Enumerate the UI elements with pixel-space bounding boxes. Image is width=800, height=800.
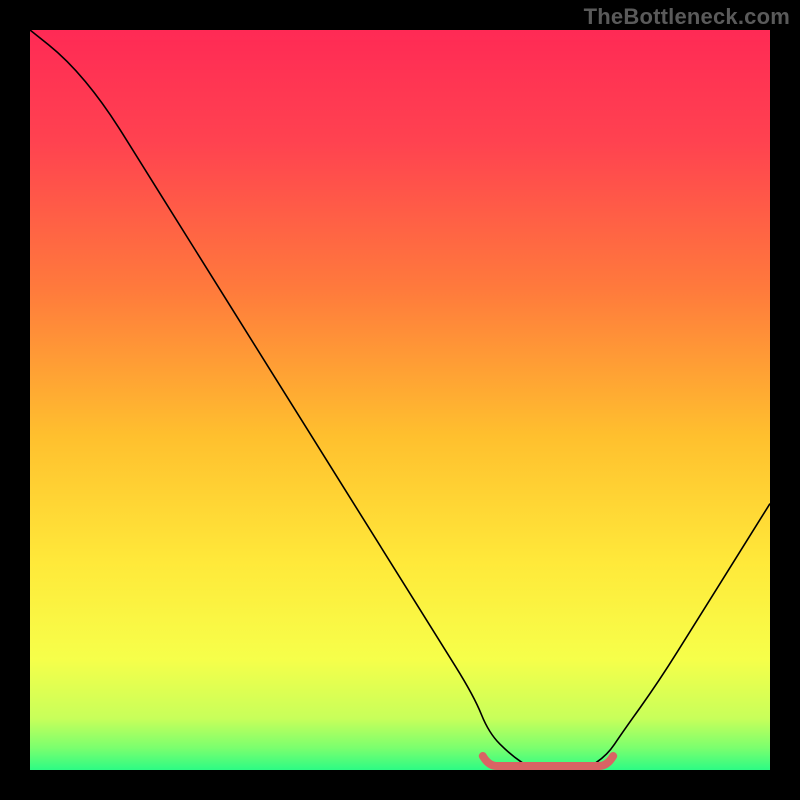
chart-background: [30, 30, 770, 770]
watermark-text: TheBottleneck.com: [584, 4, 790, 30]
bottleneck-chart: [30, 30, 770, 770]
